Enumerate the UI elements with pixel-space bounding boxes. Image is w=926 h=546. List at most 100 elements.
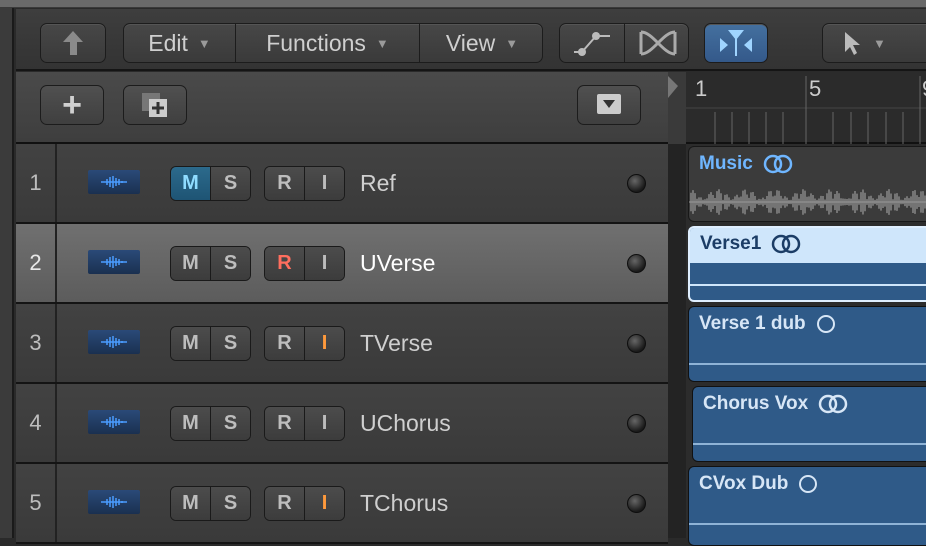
catch-button[interactable] [704,23,768,63]
solo-button[interactable]: S [210,327,250,360]
automation-button[interactable] [560,24,625,62]
window-top-strip [0,0,926,8]
track-name[interactable]: TVerse [360,304,433,382]
region-name: Verse 1 dub [699,313,806,334]
ruler-marker-1: 1 [695,76,708,101]
add-track-button[interactable]: + [40,85,104,125]
mute-solo-group: M S [170,246,251,281]
input-monitor-button[interactable]: I [304,327,344,360]
input-monitor-button[interactable]: I [304,167,344,200]
input-monitor-button[interactable]: I [304,487,344,520]
audio-waveform-icon [88,490,140,514]
track-activity-indicator [627,334,646,353]
menu-group: Edit ▼ Functions ▼ View ▼ [123,23,543,63]
track-row[interactable]: 1 M S R I Ref [16,144,668,224]
input-monitor-button[interactable]: I [304,247,344,280]
left-panel-edge [0,8,14,538]
catch-playhead-icon [720,30,752,56]
pointer-tool-menu[interactable]: ▼ [822,23,926,63]
track-activity-indicator [627,494,646,513]
solo-button[interactable]: S [210,487,250,520]
double-ring-icon [818,394,848,414]
mute-button[interactable]: M [171,327,210,360]
waveform [689,189,926,215]
solo-button[interactable]: S [210,247,250,280]
mute-button[interactable]: M [171,167,210,200]
edit-label: Edit [148,29,188,56]
track-name[interactable]: Ref [360,144,396,222]
caret-down-icon: ▼ [505,35,519,51]
solo-button[interactable]: S [210,407,250,440]
single-ring-icon [799,475,818,493]
double-ring-icon [772,234,801,254]
record-enable-button[interactable]: R [265,327,304,360]
track-number: 2 [16,224,57,302]
track-name[interactable]: UChorus [360,384,451,462]
track-activity-indicator [627,414,646,433]
record-input-group: R I [264,486,345,521]
track-number: 1 [16,144,57,222]
record-enable-button[interactable]: R [265,167,304,200]
mute-solo-group: M S [170,166,251,201]
audio-waveform-icon [88,170,140,194]
region-music[interactable]: Music [688,146,926,222]
region-verse-1-dub[interactable]: Verse 1 dub [688,306,926,382]
record-enable-button[interactable]: R [265,407,304,440]
record-enable-button[interactable]: R [265,247,304,280]
track-header-bar: + [16,72,668,144]
track-row[interactable]: 3 M S R I TVerse [16,304,668,384]
track-name[interactable]: TChorus [360,464,448,542]
record-input-group: R I [264,326,345,361]
functions-menu[interactable]: Functions ▼ [236,24,420,62]
mute-solo-group: M S [170,406,251,441]
back-button[interactable] [40,23,106,63]
plus-icon: + [62,86,82,124]
track-options-button[interactable] [577,85,641,125]
view-label: View [445,29,496,56]
flex-button[interactable] [625,24,690,62]
bar-ruler[interactable]: 1 5 9 [668,72,926,144]
duplicate-track-button[interactable] [123,85,187,125]
region-name: CVox Dub [699,473,789,494]
region-verse1[interactable]: Verse1 [688,226,926,302]
record-input-group: R I [264,406,345,441]
track-row[interactable]: 4 M S R I UChorus [16,384,668,464]
mute-button[interactable]: M [171,487,210,520]
track-activity-indicator [627,174,646,193]
menu-triangle-icon [597,94,621,114]
region-chorus-vox[interactable]: Chorus Vox [692,386,926,462]
region-name: Music [699,153,753,174]
track-number: 5 [16,464,57,542]
caret-down-icon: ▼ [873,35,886,51]
ruler-marker-5: 5 [809,76,822,101]
solo-button[interactable]: S [210,167,250,200]
pointer-tool-icon [845,32,860,55]
double-ring-icon [763,154,793,174]
lane-gutter [668,144,686,538]
mute-button[interactable]: M [171,407,210,440]
region-name: Verse1 [700,233,762,254]
automation-flex-group [559,23,689,63]
duplicate-track-icon [142,93,167,117]
audio-waveform-icon [88,410,140,434]
track-name[interactable]: UVerse [360,224,435,302]
mute-solo-group: M S [170,486,251,521]
record-enable-button[interactable]: R [265,487,304,520]
up-arrow-icon [63,31,83,55]
mute-solo-group: M S [170,326,251,361]
track-row[interactable]: 2 M S R I UVerse [16,224,668,304]
edit-menu[interactable]: Edit ▼ [124,24,236,62]
audio-waveform-icon [88,330,140,354]
mute-button[interactable]: M [171,247,210,280]
track-number: 3 [16,304,57,382]
caret-down-icon: ▼ [197,35,211,51]
flex-time-icon [639,30,676,56]
input-monitor-button[interactable]: I [304,407,344,440]
track-row[interactable]: 5 M S R I TChorus [16,464,668,544]
automation-curve-icon [574,32,610,56]
view-menu[interactable]: View ▼ [420,24,544,62]
region-cvox-dub[interactable]: CVox Dub [688,466,926,546]
record-input-group: R I [264,166,345,201]
track-activity-indicator [627,254,646,273]
record-input-group: R I [264,246,345,281]
